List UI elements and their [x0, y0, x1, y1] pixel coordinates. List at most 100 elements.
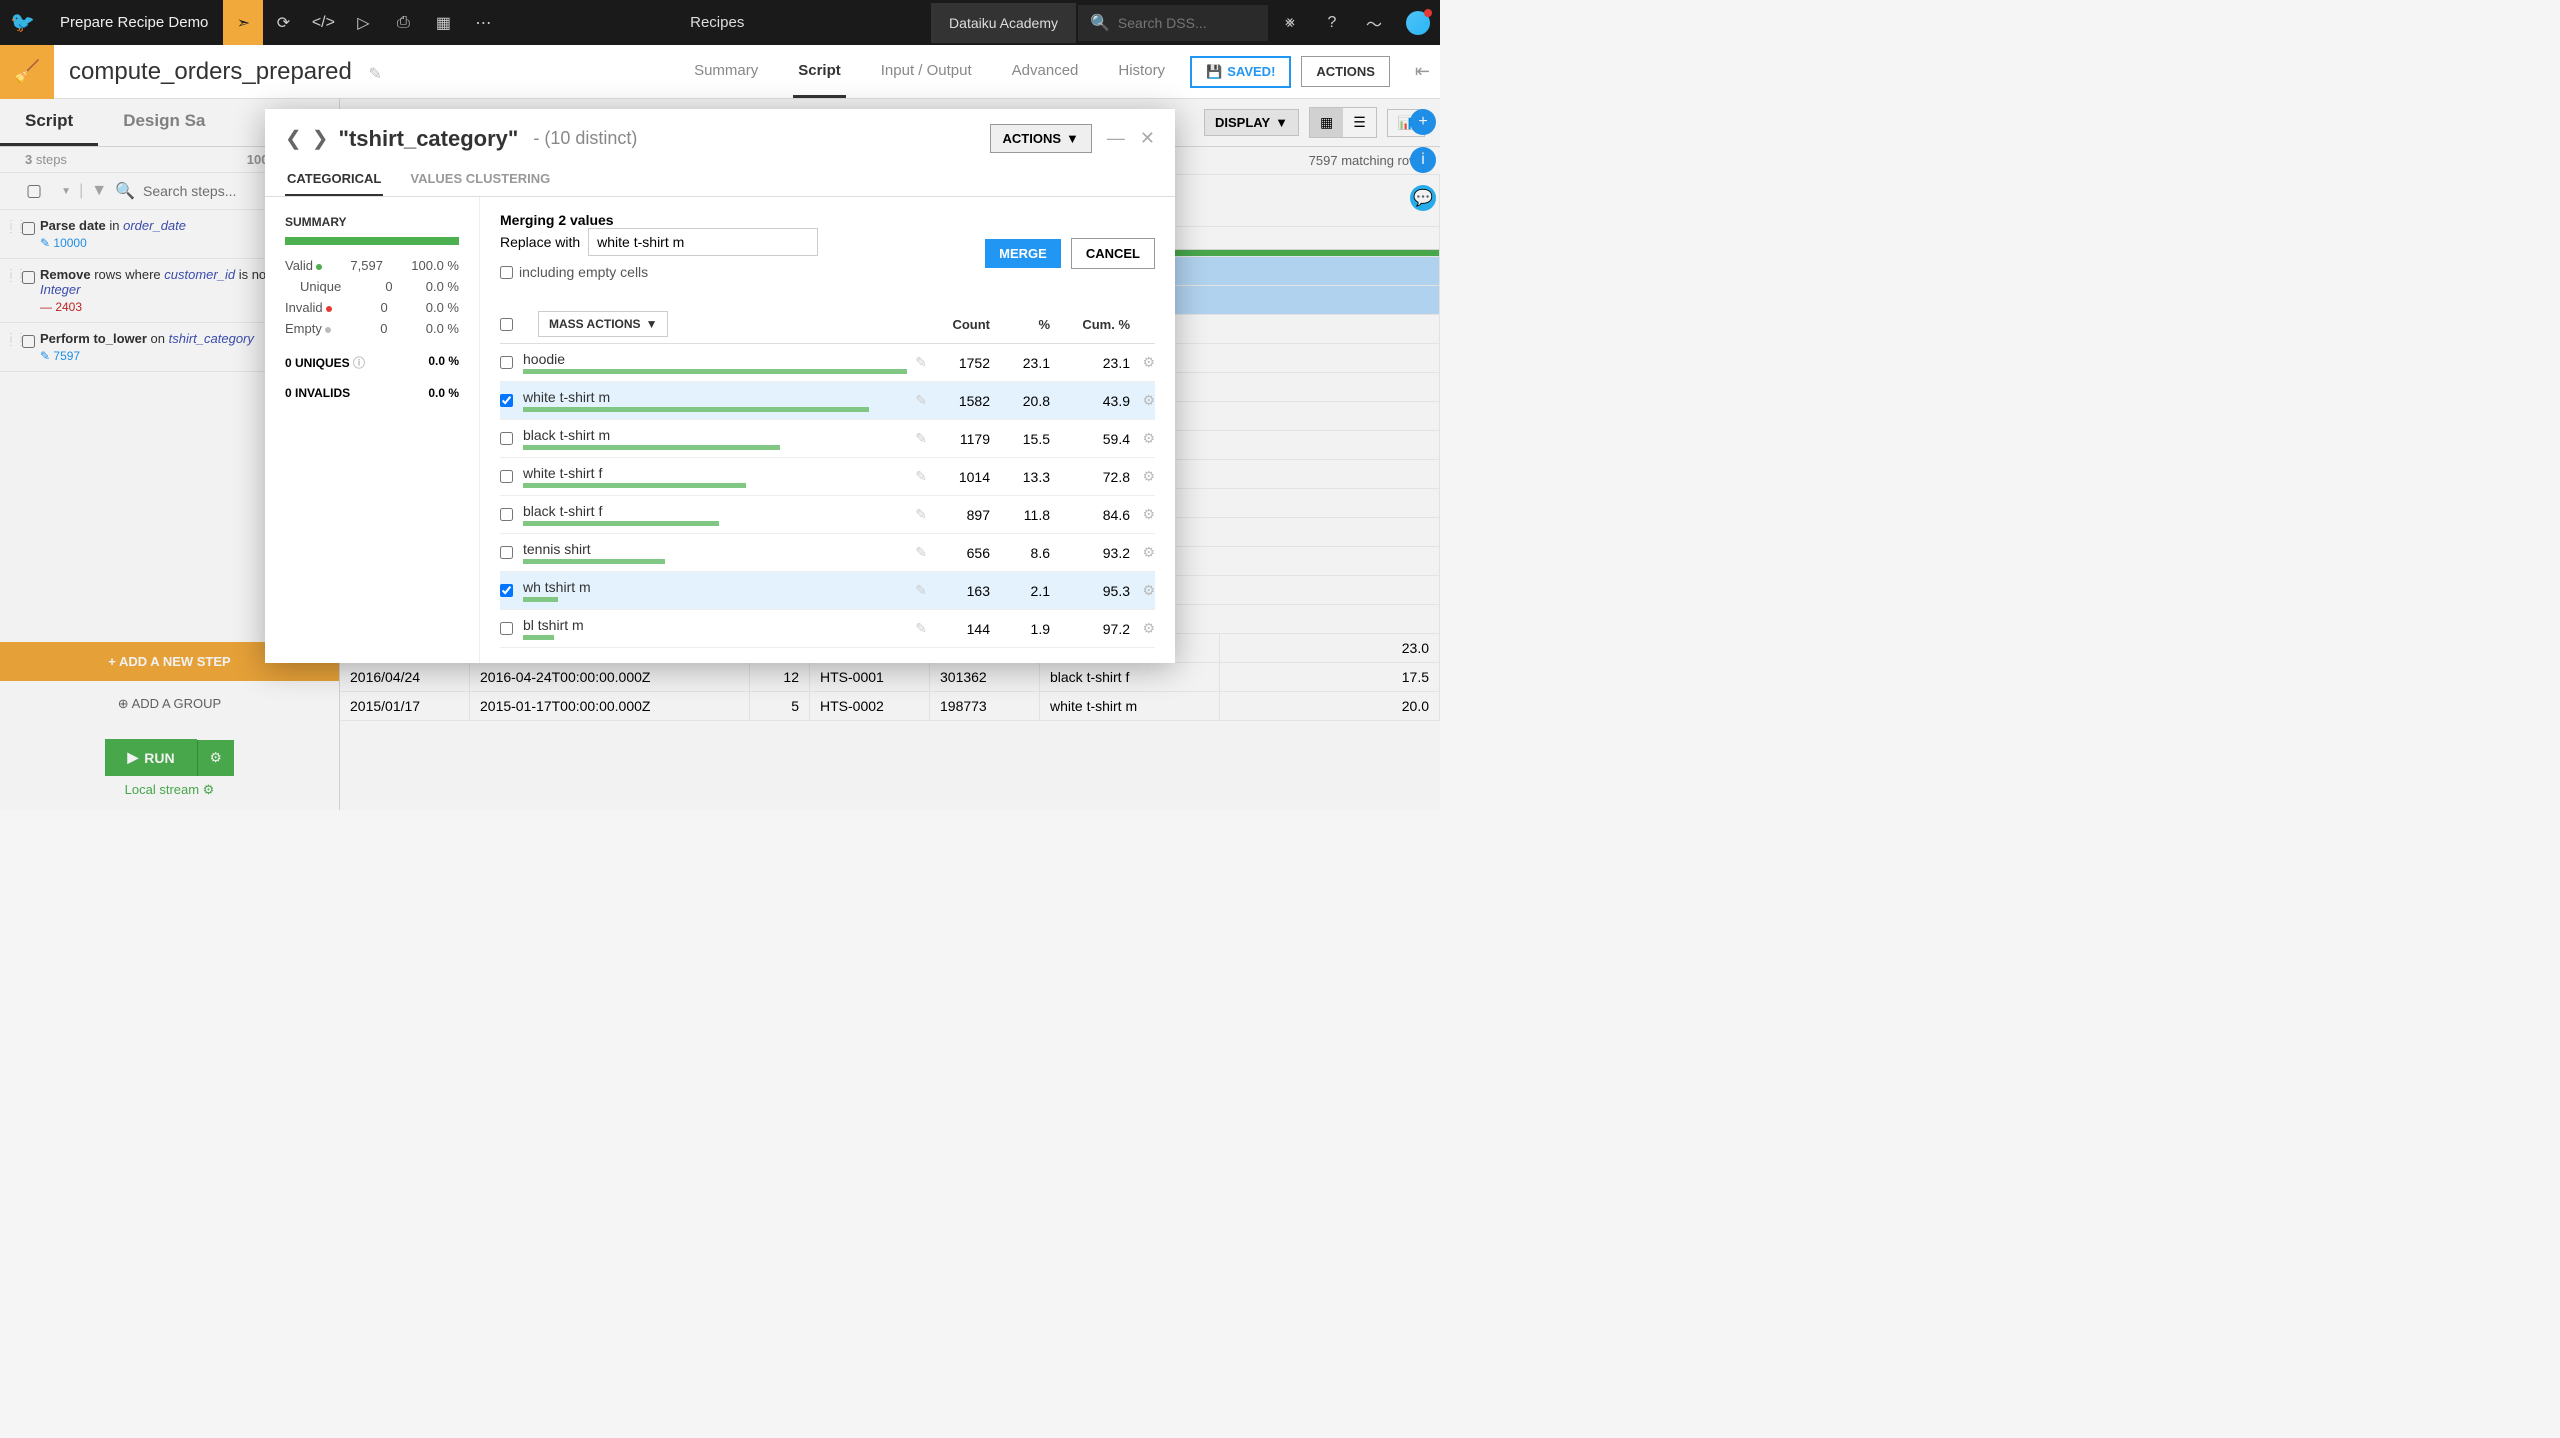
value-count: 1582: [935, 393, 990, 409]
gear-icon[interactable]: ⚙: [1130, 468, 1155, 485]
tab-io[interactable]: Input / Output: [876, 46, 977, 98]
value-count: 163: [935, 583, 990, 599]
gear-icon[interactable]: ⚙: [1130, 582, 1155, 599]
save-icon: 💾: [1206, 64, 1222, 80]
tab-clustering[interactable]: VALUES CLUSTERING: [408, 163, 552, 196]
cycle-icon[interactable]: ⟳: [263, 0, 303, 45]
print-icon[interactable]: ⎙: [383, 0, 423, 45]
tab-advanced[interactable]: Advanced: [1007, 46, 1084, 98]
modal-header: ❮ ❯ "tshirt_category" - (10 distinct) AC…: [265, 109, 1175, 163]
edit-icon[interactable]: ✎: [915, 354, 927, 371]
next-column-icon[interactable]: ❯: [312, 126, 329, 151]
value-count: 1014: [935, 469, 990, 485]
value-checkbox[interactable]: [500, 508, 513, 521]
subheader: 🧹 compute_orders_prepared ✎ Summary Scri…: [0, 45, 1440, 99]
search-input[interactable]: [1118, 15, 1256, 31]
value-checkbox[interactable]: [500, 584, 513, 597]
more-icon[interactable]: ⋯: [463, 0, 503, 45]
value-label: tennis shirt: [523, 541, 907, 557]
info-icon[interactable]: ⓘ: [353, 356, 365, 370]
value-pct: 8.6: [990, 545, 1050, 561]
search-dss[interactable]: 🔍: [1078, 5, 1268, 41]
actions-button[interactable]: ACTIONS: [1301, 56, 1390, 87]
gear-icon[interactable]: ⚙: [1130, 620, 1155, 637]
edit-icon[interactable]: ✎: [915, 544, 927, 561]
edit-icon[interactable]: ✎: [915, 468, 927, 485]
replace-input[interactable]: [588, 228, 818, 256]
close-icon[interactable]: ✕: [1140, 128, 1155, 149]
edit-icon[interactable]: ✎: [915, 506, 927, 523]
edit-icon[interactable]: ✎: [915, 430, 927, 447]
flow-icon[interactable]: ➣: [223, 0, 263, 45]
analyze-modal: ❮ ❯ "tshirt_category" - (10 distinct) AC…: [265, 109, 1175, 663]
merge-button[interactable]: MERGE: [985, 239, 1061, 268]
tab-categorical[interactable]: CATEGORICAL: [285, 163, 383, 196]
prev-column-icon[interactable]: ❮: [285, 126, 302, 151]
collapse-icon[interactable]: ⇤: [1405, 61, 1440, 82]
edit-name-icon[interactable]: ✎: [369, 66, 382, 83]
academy-link[interactable]: Dataiku Academy: [931, 3, 1076, 43]
gear-icon[interactable]: ⚙: [1130, 544, 1155, 561]
value-row[interactable]: black t-shirt f✎89711.884.6⚙: [500, 496, 1155, 534]
mass-actions-button[interactable]: MASS ACTIONS ▼: [538, 311, 668, 337]
modal-actions-button[interactable]: ACTIONS ▼: [990, 124, 1092, 153]
nav-recipes[interactable]: Recipes: [675, 14, 759, 31]
modal-body: SUMMARY Valid7,597100.0 %Unique00.0 %Inv…: [265, 197, 1175, 663]
project-title[interactable]: Prepare Recipe Demo: [45, 14, 223, 31]
value-row[interactable]: bl tshirt m✎1441.997.2⚙: [500, 610, 1155, 648]
value-checkbox[interactable]: [500, 470, 513, 483]
value-cum: 84.6: [1050, 507, 1130, 523]
gear-icon[interactable]: ⚙: [1130, 506, 1155, 523]
code-icon[interactable]: </>: [303, 0, 343, 45]
gear-icon[interactable]: ⚙: [1130, 430, 1155, 447]
value-pct: 20.8: [990, 393, 1050, 409]
value-pct: 23.1: [990, 355, 1050, 371]
edit-icon[interactable]: ✎: [915, 620, 927, 637]
value-row[interactable]: white t-shirt m✎158220.843.9⚙: [500, 382, 1155, 420]
dashboard-icon[interactable]: ▦: [423, 0, 463, 45]
value-cum: 59.4: [1050, 431, 1130, 447]
apps-icon[interactable]: ⨳: [1270, 0, 1310, 45]
value-checkbox[interactable]: [500, 622, 513, 635]
value-cum: 95.3: [1050, 583, 1130, 599]
activity-icon[interactable]: 〜: [1354, 0, 1394, 45]
value-checkbox[interactable]: [500, 356, 513, 369]
value-checkbox[interactable]: [500, 432, 513, 445]
value-checkbox[interactable]: [500, 546, 513, 559]
logo-icon[interactable]: 🐦: [0, 0, 45, 45]
value-bar: [523, 369, 907, 374]
value-row[interactable]: white t-shirt f✎101413.372.8⚙: [500, 458, 1155, 496]
value-row[interactable]: tennis shirt✎6568.693.2⚙: [500, 534, 1155, 572]
edit-icon[interactable]: ✎: [915, 392, 927, 409]
tab-script[interactable]: Script: [793, 46, 846, 98]
play-icon[interactable]: ▷: [343, 0, 383, 45]
value-pct: 11.8: [990, 507, 1050, 523]
summary-bar: [285, 237, 459, 245]
modal-overlay: ❮ ❯ "tshirt_category" - (10 distinct) AC…: [0, 99, 1440, 810]
value-label: white t-shirt m: [523, 389, 907, 405]
uniques-row: 0 UNIQUES ⓘ 0.0 %: [285, 354, 459, 371]
cancel-button[interactable]: CANCEL: [1071, 238, 1155, 269]
help-icon[interactable]: ?: [1312, 0, 1352, 45]
value-count: 1179: [935, 431, 990, 447]
value-bar: [523, 559, 665, 564]
select-all-values[interactable]: [500, 318, 513, 331]
value-label: hoodie: [523, 351, 907, 367]
minimize-icon[interactable]: —: [1107, 128, 1125, 149]
summary-heading: SUMMARY: [285, 215, 459, 229]
tab-history[interactable]: History: [1113, 46, 1170, 98]
gear-icon[interactable]: ⚙: [1130, 354, 1155, 371]
value-checkbox[interactable]: [500, 394, 513, 407]
tab-summary[interactable]: Summary: [689, 46, 763, 98]
modal-title: "tshirt_category": [339, 126, 519, 152]
avatar[interactable]: [1406, 11, 1430, 35]
empty-cells-checkbox[interactable]: [500, 266, 513, 279]
value-row[interactable]: black t-shirt m✎117915.559.4⚙: [500, 420, 1155, 458]
value-row[interactable]: wh tshirt m✎1632.195.3⚙: [500, 572, 1155, 610]
value-row[interactable]: hoodie✎175223.123.1⚙: [500, 344, 1155, 382]
value-cum: 93.2: [1050, 545, 1130, 561]
values-header: MASS ACTIONS ▼ Count % Cum. %: [500, 305, 1155, 344]
saved-button[interactable]: 💾SAVED!: [1190, 56, 1291, 88]
gear-icon[interactable]: ⚙: [1130, 392, 1155, 409]
edit-icon[interactable]: ✎: [915, 582, 927, 599]
